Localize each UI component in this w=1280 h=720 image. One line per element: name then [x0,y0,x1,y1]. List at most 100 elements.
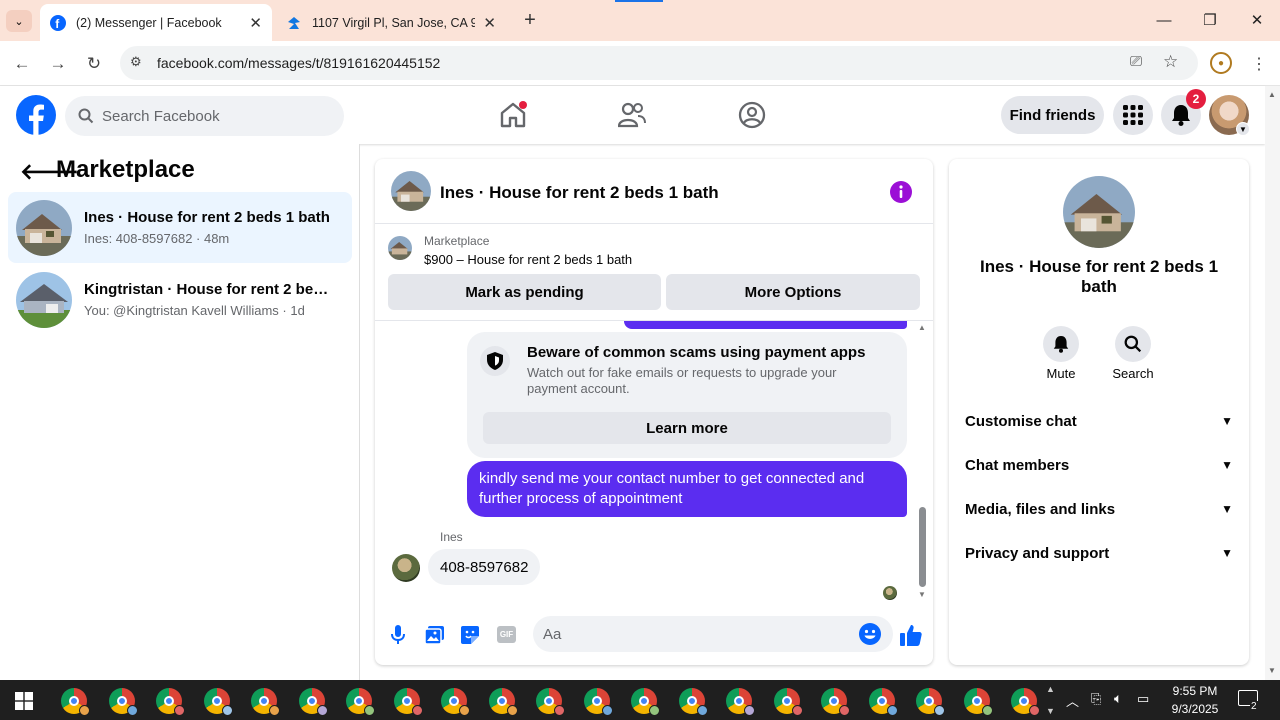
menu-grid-button[interactable] [1113,95,1153,135]
more-options-button[interactable]: More Options [666,274,920,310]
page-scrollbar[interactable]: ▲ ▼ [1265,86,1280,680]
accordion-chat-members[interactable]: Chat members ▼ [965,453,1233,477]
forward-arrow-icon[interactable]: → [46,52,70,76]
accordion-label: Privacy and support [965,544,1110,562]
chrome-taskbar-icon[interactable] [916,688,945,716]
sender-avatar[interactable] [392,554,420,582]
info-avatar[interactable] [1063,176,1135,248]
thumbs-up-icon[interactable] [900,624,922,646]
chrome-taskbar-icon[interactable] [726,688,755,716]
chrome-taskbar-icon[interactable] [346,688,375,716]
message-input[interactable]: Aa [533,616,893,652]
reload-icon[interactable]: ↻ [82,52,106,76]
microphone-icon[interactable] [390,625,406,645]
accordion-customise-chat[interactable]: Customise chat ▼ [965,409,1233,433]
mute-button[interactable] [1043,326,1079,362]
tab-zillow[interactable]: 1107 Virgil Pl, San Jose, CA 951 ✕ [276,4,506,41]
accordion-label: Chat members [965,456,1070,474]
address-bar[interactable]: ⚙ facebook.com/messages/t/81916162044515… [120,46,1198,80]
search-in-chat-button[interactable] [1115,326,1151,362]
close-window-icon[interactable]: ✕ [1245,8,1269,32]
sticker-icon[interactable] [461,626,479,644]
chrome-taskbar-icon[interactable] [821,688,850,716]
received-message-bubble[interactable]: 408-8597682 [428,549,541,585]
scroll-down-icon[interactable]: ▼ [918,590,926,599]
chrome-taskbar-icon[interactable] [773,688,803,716]
restore-icon[interactable]: ❐ [1198,8,1222,32]
scrollbar-thumb[interactable] [919,507,926,587]
friends-icon[interactable] [618,102,646,128]
facebook-logo-icon[interactable] [16,95,56,135]
scroll-up-icon[interactable]: ▲ [918,323,926,332]
tab-title: 1107 Virgil Pl, San Jose, CA 951 [312,15,476,30]
groups-icon[interactable] [738,101,766,129]
windows-start-icon[interactable] [15,692,33,710]
gif-icon[interactable]: GIF [497,626,516,643]
tab-messenger[interactable]: f (2) Messenger | Facebook ✕ [40,4,272,41]
chrome-taskbar-icon[interactable] [203,688,233,716]
chrome-taskbar-icon[interactable] [868,688,898,716]
chrome-taskbar-icon[interactable] [431,680,477,720]
facebook-search-input[interactable]: Search Facebook [65,96,344,136]
scam-warning-card: Beware of common scams using payment app… [467,332,907,458]
chat-scrollbar[interactable]: ▲ ▼ [918,323,928,603]
taskbar-scroll-up-icon[interactable]: ▲ [1046,684,1055,694]
chevron-down-icon: ▼ [1221,502,1233,516]
mark-as-pending-button[interactable]: Mark as pending [388,274,661,310]
minimize-icon[interactable]: — [1152,8,1176,32]
listing-thumbnail[interactable] [388,236,412,260]
chrome-taskbar-icon[interactable] [583,688,613,716]
site-info-icon[interactable]: ⚙ [130,54,142,70]
chat-panel: Ines · House for rent 2 beds 1 bath Mark… [375,159,933,665]
show-hidden-icons[interactable]: ︿ [1066,691,1079,710]
account-chevron-down-icon[interactable]: ▼ [1236,122,1250,136]
chrome-taskbar-icon[interactable] [156,688,185,716]
tab-close-icon[interactable]: ✕ [249,14,262,32]
sent-message-bubble[interactable]: kindly send me your contact number to ge… [467,461,907,517]
install-app-icon[interactable]: ⎚ [1130,53,1142,70]
chrome-taskbar-icon[interactable] [536,688,565,716]
network-icon[interactable]: ▭ [1137,691,1149,707]
chrome-taskbar-icon[interactable] [108,688,138,716]
chrome-taskbar-icon[interactable] [678,688,708,716]
find-friends-button[interactable]: Find friends [1001,96,1104,134]
conversation-item-ines[interactable]: Ines · House for rent 2 beds 1 bath Ines… [8,192,352,263]
chrome-taskbar-icon[interactable] [251,688,280,716]
chrome-taskbar-icon[interactable] [1011,688,1040,716]
facebook-favicon-icon: f [50,14,66,31]
info-icon[interactable] [890,181,912,203]
conversation-item-kingtristan[interactable]: Kingtristan · House for rent 2 beds 1 ba… [8,264,352,335]
taskbar-scroll-down-icon[interactable]: ▼ [1046,706,1055,716]
bookmark-star-icon[interactable]: ☆ [1163,52,1178,72]
conversation-name: Kingtristan · House for rent 2 beds 1 ba… [84,281,332,298]
profile-icon[interactable]: ● [1210,52,1232,74]
emoji-icon[interactable] [859,623,881,645]
learn-more-button[interactable]: Learn more [483,412,891,444]
chrome-taskbar-icon[interactable] [631,688,660,716]
chrome-taskbar-icon[interactable] [61,688,90,716]
clock-time[interactable]: 9:55 PM [1160,684,1230,698]
menu-kebab-icon[interactable]: ⋮ [1247,52,1271,76]
chrome-taskbar-icon[interactable] [963,688,993,716]
home-icon[interactable] [499,101,527,129]
tab-list-dropdown-icon[interactable]: ⌄ [6,10,32,32]
listing-detail[interactable]: $900 – House for rent 2 beds 1 bath [424,252,632,267]
photo-icon[interactable] [425,626,444,644]
chrome-taskbar-icon[interactable] [488,688,518,716]
speaker-icon[interactable]: 🔈︎ [1114,690,1122,707]
search-icon [1124,335,1142,353]
clock-date[interactable]: 9/3/2025 [1160,702,1230,716]
back-arrow-icon[interactable]: ← [10,52,34,76]
accordion-privacy-support[interactable]: Privacy and support ▼ [965,541,1233,565]
chrome-taskbar-icon[interactable] [298,688,328,716]
scroll-up-icon[interactable]: ▲ [1268,90,1276,99]
chrome-taskbar-icon[interactable] [393,688,423,716]
scroll-down-icon[interactable]: ▼ [1268,666,1276,675]
info-title: Ines · House for rent 2 beds 1 bath [979,257,1219,296]
tab-close-icon[interactable]: ✕ [483,14,496,32]
notification-center-count: 2 [1250,701,1258,712]
device-icon[interactable]: ⎘ [1091,691,1101,707]
accordion-media-files-links[interactable]: Media, files and links ▼ [965,497,1233,521]
chat-avatar[interactable] [391,171,431,211]
new-tab-plus-icon[interactable]: + [518,9,542,33]
